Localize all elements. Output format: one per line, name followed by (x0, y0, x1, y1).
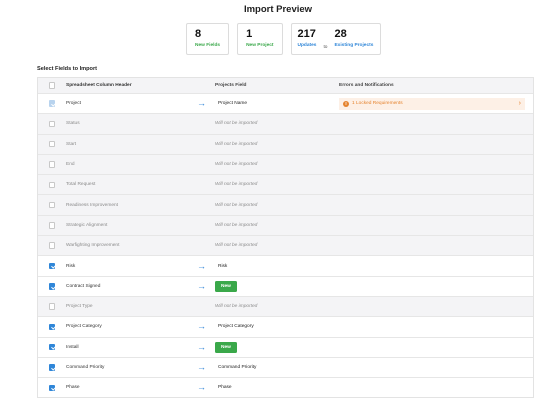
column-name: Install (66, 344, 79, 350)
row-checkbox[interactable] (48, 262, 56, 270)
new-project-stat: 1 New Project (237, 23, 283, 55)
column-name: Warfighting Improvement (66, 243, 120, 249)
not-imported-text: Will not be imported (215, 182, 258, 188)
column-name: Phase (66, 385, 80, 391)
not-imported-text: Will not be imported (215, 304, 258, 310)
arrow-right-icon: → (197, 321, 206, 332)
not-imported-text: Will not be imported (215, 243, 258, 249)
table-row[interactable]: Project Category → Project Category (38, 316, 533, 337)
column-name: Contract Signed (66, 283, 101, 289)
row-checkbox[interactable] (48, 201, 56, 209)
not-imported-text: Will not be imported (215, 222, 258, 228)
column-name: Command Priority (66, 365, 105, 370)
row-checkbox[interactable] (48, 120, 56, 128)
not-imported-text: Will not be imported (215, 141, 258, 147)
arrow-right-icon: → (197, 98, 206, 109)
table-row[interactable]: Project Type Will not be imported (38, 295, 533, 317)
column-name: Status (66, 121, 80, 127)
new-fields-count: 8 (195, 28, 202, 40)
table-row[interactable]: Command Priority → Command Priority (38, 356, 533, 378)
arrow-right-icon: → (197, 341, 206, 352)
column-header-label: Spreadsheet Column Header (66, 83, 132, 88)
new-project-count: 1 (246, 28, 253, 40)
row-checkbox[interactable] (48, 283, 56, 290)
column-name: Project Type (66, 304, 93, 310)
not-imported-text: Will not be imported (215, 162, 258, 168)
row-checkbox[interactable] (48, 323, 56, 331)
arrow-right-icon: → (197, 260, 206, 271)
new-project-label: New Project (246, 43, 274, 48)
not-imported-text: Will not be imported (215, 202, 258, 208)
existing-label: Existing Projects (334, 43, 374, 48)
fields-table: Spreadsheet Column Header Projects Field… (37, 77, 534, 399)
errors-header-label: Errors and Notifications (339, 83, 394, 88)
existing-count: 28 (334, 28, 347, 40)
row-checkbox[interactable] (48, 343, 56, 351)
error-text: 1 Locked Requirements (352, 101, 403, 107)
table-row[interactable]: Total Request Will not be imported (38, 174, 533, 195)
arrow-right-icon: → (197, 280, 206, 291)
column-name: Readiness Improvement (66, 202, 118, 208)
table-row[interactable]: Contract Signed → New (38, 275, 533, 296)
arrow-right-icon: → (197, 362, 206, 372)
field-value[interactable]: Risk (215, 261, 231, 271)
column-name: Start (66, 141, 77, 147)
column-name: End (66, 162, 75, 168)
table-row[interactable]: Risk → Risk (38, 255, 533, 276)
table-row[interactable]: Status Will not be imported (38, 113, 533, 134)
column-name: Project (66, 101, 81, 107)
row-checkbox[interactable] (48, 181, 56, 189)
row-checkbox[interactable] (48, 140, 56, 148)
table-row[interactable]: Start Will not be imported (38, 133, 533, 154)
updates-label: Updates (297, 43, 317, 48)
column-name: Project Category (66, 324, 102, 330)
page-title: Import Preview (243, 4, 313, 15)
chevron-right-icon[interactable]: › (519, 100, 521, 107)
table-row[interactable]: Warfighting Improvement Will not be impo… (38, 235, 533, 256)
field-value[interactable]: Project Name (215, 99, 251, 109)
row-checkbox[interactable] (48, 222, 56, 229)
updates-stat: 217 Updates to 28 Existing Projects (290, 23, 381, 55)
new-fields-stat: 8 New Fields (186, 23, 230, 55)
column-name: Total Request (66, 182, 96, 188)
table-row[interactable]: Project → Project Name ! 1 Locked Requir… (38, 93, 533, 114)
table-row[interactable]: Install → New (38, 336, 533, 357)
new-field-badge[interactable]: New (215, 280, 237, 292)
row-checkbox[interactable] (48, 364, 56, 371)
field-value[interactable]: Command Priority (215, 363, 260, 372)
row-checkbox[interactable] (48, 100, 56, 107)
table-row[interactable]: Readiness Improvement Will not be import… (38, 194, 533, 215)
table-row[interactable]: Phase → Phase (38, 377, 533, 398)
field-value[interactable]: Phase (215, 383, 235, 393)
row-checkbox[interactable] (48, 161, 56, 168)
arrow-right-icon: → (197, 382, 206, 393)
field-value[interactable]: Project Category (215, 322, 257, 332)
select-all-checkbox[interactable] (48, 82, 56, 89)
column-name: Strategic Alignment (66, 222, 108, 228)
warning-icon: ! (343, 100, 349, 107)
table-row[interactable]: End Will not be imported (38, 153, 533, 175)
new-field-badge[interactable]: New (215, 341, 237, 353)
table-row[interactable]: Strategic Alignment Will not be imported (38, 214, 533, 236)
new-fields-label: New Fields (195, 43, 221, 48)
updates-count: 217 (297, 28, 316, 40)
error-notification[interactable]: ! 1 Locked Requirements › (339, 97, 525, 110)
row-checkbox[interactable] (48, 384, 56, 392)
import-stats: 8 New Fields 1 New Project 217 Updates t… (186, 23, 381, 55)
table-header: Spreadsheet Column Header Projects Field… (38, 78, 533, 93)
row-checkbox[interactable] (48, 242, 56, 249)
field-header-label: Projects Field (215, 83, 247, 88)
to-text: to (323, 45, 328, 50)
row-checkbox[interactable] (48, 303, 56, 310)
not-imported-text: Will not be imported (215, 121, 258, 127)
section-title: Select Fields to Import (37, 66, 97, 72)
column-name: Risk (66, 263, 76, 269)
